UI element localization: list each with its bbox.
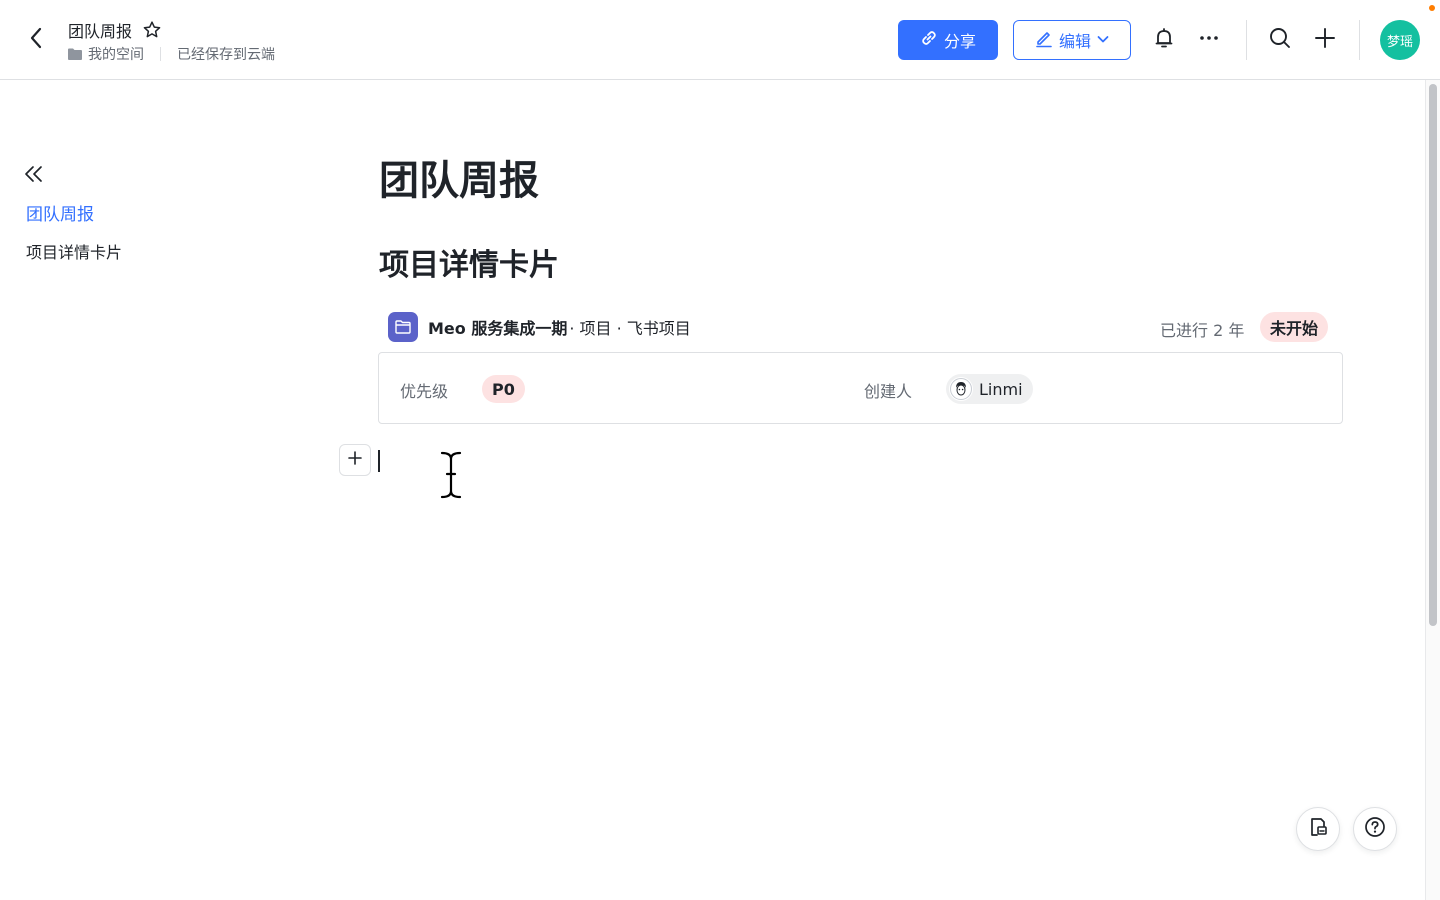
project-name[interactable]: Meo 服务集成一期 xyxy=(428,315,567,339)
help-icon xyxy=(1364,816,1386,842)
breadcrumb: 我的空间 已经保存到云端 xyxy=(68,44,275,64)
add-block-button[interactable] xyxy=(339,444,371,476)
bell-icon xyxy=(1152,26,1176,54)
breadcrumb-divider xyxy=(160,47,161,61)
scrollbar-thumb[interactable] xyxy=(1429,84,1437,626)
pencil-icon xyxy=(1034,28,1054,52)
outline-item-title[interactable]: 团队周报 xyxy=(26,200,94,225)
share-button[interactable]: 分享 xyxy=(898,20,998,60)
section-heading[interactable]: 项目详情卡片 xyxy=(379,240,559,284)
project-card-fields: 优先级 P0 创建人 Linmi xyxy=(378,352,1343,424)
header-divider-2 xyxy=(1359,20,1360,60)
new-button[interactable] xyxy=(1311,26,1339,54)
elapsed-time: 已进行 2 年 xyxy=(1160,321,1245,340)
double-chevron-left-icon xyxy=(24,165,44,187)
comments-panel-button[interactable] xyxy=(1296,807,1340,851)
breadcrumb-space[interactable]: 我的空间 xyxy=(88,44,144,64)
status-badge[interactable]: 未开始 xyxy=(1260,312,1329,342)
doc-title: 团队周报 xyxy=(68,22,133,41)
edit-mode-button[interactable]: 编辑 xyxy=(1013,20,1131,60)
chevron-down-icon xyxy=(1096,31,1110,50)
folder-icon xyxy=(68,48,82,60)
creator-label: 创建人 xyxy=(864,382,913,401)
plus-icon xyxy=(347,450,363,470)
back-arrow-icon xyxy=(29,27,43,53)
creator-avatar xyxy=(949,377,973,401)
empty-text-block[interactable] xyxy=(382,444,1342,476)
page-title[interactable]: 团队周报 xyxy=(379,148,539,206)
doc-title-row: 团队周报 xyxy=(68,18,162,42)
creator-name: Linmi xyxy=(979,379,1023,399)
header-divider xyxy=(1246,20,1247,60)
top-bar: 团队周报 我的空间 已经保存到云端 分享 编辑 梦瑶 xyxy=(0,0,1440,80)
plus-icon xyxy=(1313,26,1337,54)
more-icon xyxy=(1197,26,1221,54)
project-meta: · 项目 · 飞书项目 xyxy=(569,319,691,338)
star-icon[interactable] xyxy=(142,20,162,40)
search-icon xyxy=(1268,26,1292,54)
link-icon xyxy=(920,29,938,51)
user-avatar[interactable]: 梦瑶 xyxy=(1380,20,1420,60)
edit-label: 编辑 xyxy=(1058,32,1091,51)
text-caret xyxy=(378,450,380,472)
help-button[interactable] xyxy=(1353,807,1397,851)
collapse-outline-button[interactable] xyxy=(22,164,46,188)
more-button[interactable] xyxy=(1195,26,1223,54)
save-status: 已经保存到云端 xyxy=(177,47,275,63)
document-comment-icon xyxy=(1307,816,1329,842)
back-button[interactable] xyxy=(22,26,50,54)
notifications-button[interactable] xyxy=(1150,26,1178,54)
search-button[interactable] xyxy=(1266,26,1294,54)
creator-chip[interactable]: Linmi xyxy=(946,374,1033,404)
priority-tag[interactable]: P0 xyxy=(482,375,525,403)
project-card-header[interactable]: Meo 服务集成一期 · 项目 · 飞书项目 已进行 2 年 未开始 xyxy=(388,312,1334,342)
project-icon xyxy=(388,312,418,342)
notification-dot xyxy=(1429,5,1435,11)
share-label: 分享 xyxy=(943,32,976,51)
priority-label: 优先级 xyxy=(400,382,449,401)
outline-item-heading[interactable]: 项目详情卡片 xyxy=(26,239,122,263)
